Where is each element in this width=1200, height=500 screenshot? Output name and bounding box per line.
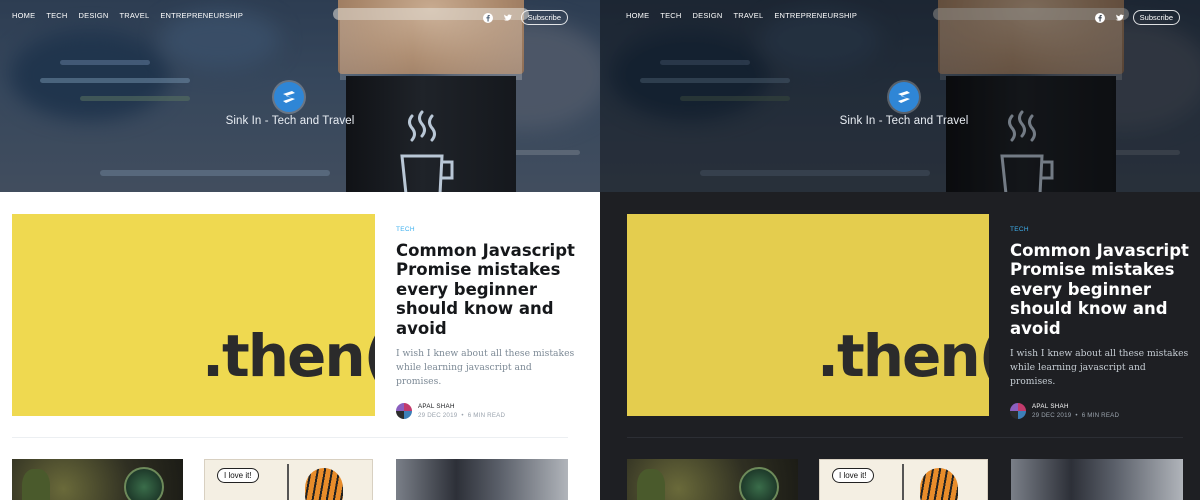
site-title[interactable]: Sink In - Tech and Travel xyxy=(190,115,390,127)
light-theme-panel: HOME TECH DESIGN TRAVEL ENTREPRENEURSHIP… xyxy=(0,0,600,500)
nav-entrepreneurship[interactable]: ENTREPRENEURSHIP xyxy=(774,11,857,20)
post-date: 29 DEC 2019 xyxy=(418,412,458,420)
image-detail xyxy=(124,467,164,500)
featured-image[interactable]: .then( xyxy=(12,214,375,416)
nav-design[interactable]: DESIGN xyxy=(693,11,723,20)
coffee-cup-icon xyxy=(1000,110,1054,192)
post-author: APAL SHAH 29 DEC 2019 • 6 MIN READ xyxy=(396,403,576,420)
nav-design[interactable]: DESIGN xyxy=(79,11,109,20)
avatar[interactable] xyxy=(1010,403,1026,420)
dark-theme-panel: HOME TECH DESIGN TRAVEL ENTREPRENEURSHIP… xyxy=(600,0,1200,500)
image-detail xyxy=(637,469,665,500)
main-nav: HOME TECH DESIGN TRAVEL ENTREPRENEURSHIP xyxy=(12,11,243,20)
nav-home[interactable]: HOME xyxy=(12,11,35,20)
comic-bubble: I love it! xyxy=(832,468,874,483)
logo-icon[interactable] xyxy=(274,82,304,112)
comic-bubble: I love it! xyxy=(217,468,259,483)
image-detail xyxy=(739,467,779,500)
post-tag[interactable]: TECH xyxy=(1010,226,1190,233)
nav-travel[interactable]: TRAVEL xyxy=(120,11,150,20)
author-name[interactable]: APAL SHAH xyxy=(1032,403,1119,410)
facebook-icon[interactable] xyxy=(1094,12,1105,23)
post-info: 29 DEC 2019 • 6 MIN READ xyxy=(1032,412,1120,420)
nav-travel[interactable]: TRAVEL xyxy=(734,11,764,20)
nav-entrepreneurship[interactable]: ENTREPRENEURSHIP xyxy=(160,11,243,20)
post-author: APAL SHAH 29 DEC 2019 • 6 MIN READ xyxy=(1010,403,1190,420)
social-links: Subscribe xyxy=(482,10,568,25)
logo-icon[interactable] xyxy=(889,82,919,112)
featured-image-text: .then( xyxy=(817,322,989,390)
post-card-image[interactable] xyxy=(12,459,183,500)
subscribe-button[interactable]: Subscribe xyxy=(1132,10,1180,25)
featured-post-meta: TECH Common Javascript Promise mistakes … xyxy=(396,226,576,420)
section-divider xyxy=(627,437,1183,438)
image-detail xyxy=(920,468,958,500)
post-card-image[interactable] xyxy=(627,459,798,500)
featured-image-text: .then( xyxy=(202,322,375,390)
nav-tech[interactable]: TECH xyxy=(46,11,67,20)
site-title[interactable]: Sink In - Tech and Travel xyxy=(804,115,1004,127)
cup-glass xyxy=(940,20,1122,80)
post-card-image[interactable] xyxy=(1011,459,1183,500)
subscribe-button[interactable]: Subscribe xyxy=(520,10,568,25)
post-title[interactable]: Common Javascript Promise mistakes every… xyxy=(1010,241,1190,338)
read-time: 6 MIN READ xyxy=(1081,412,1120,420)
nav-tech[interactable]: TECH xyxy=(660,11,681,20)
post-card-image[interactable]: I love it! xyxy=(204,459,373,500)
post-info: 29 DEC 2019 • 6 MIN READ xyxy=(418,412,506,420)
twitter-icon[interactable] xyxy=(1114,13,1124,23)
hero-header: HOME TECH DESIGN TRAVEL ENTREPRENEURSHIP… xyxy=(0,0,600,192)
post-card-image[interactable] xyxy=(396,459,568,500)
featured-post-meta: TECH Common Javascript Promise mistakes … xyxy=(1010,226,1190,420)
post-excerpt: I wish I knew about all these mistakes w… xyxy=(396,348,575,388)
cup-glass xyxy=(340,20,522,80)
read-time: 6 MIN READ xyxy=(467,412,506,420)
section-divider xyxy=(12,437,568,438)
facebook-icon[interactable] xyxy=(482,12,493,23)
twitter-icon[interactable] xyxy=(502,13,512,23)
post-tag[interactable]: TECH xyxy=(396,226,576,233)
coffee-cup-icon xyxy=(400,110,454,192)
image-detail xyxy=(305,468,343,500)
post-title[interactable]: Common Javascript Promise mistakes every… xyxy=(396,241,576,338)
social-links: Subscribe xyxy=(1094,10,1180,25)
post-card-image[interactable]: I love it! xyxy=(819,459,988,500)
nav-home[interactable]: HOME xyxy=(626,11,649,20)
avatar[interactable] xyxy=(396,403,412,420)
post-excerpt: I wish I knew about all these mistakes w… xyxy=(1010,348,1189,388)
image-detail xyxy=(902,464,904,500)
main-nav: HOME TECH DESIGN TRAVEL ENTREPRENEURSHIP xyxy=(626,11,857,20)
image-detail xyxy=(287,464,289,500)
image-detail xyxy=(22,469,50,500)
post-date: 29 DEC 2019 xyxy=(1032,412,1072,420)
featured-image[interactable]: .then( xyxy=(627,214,989,416)
author-name[interactable]: APAL SHAH xyxy=(418,403,505,410)
